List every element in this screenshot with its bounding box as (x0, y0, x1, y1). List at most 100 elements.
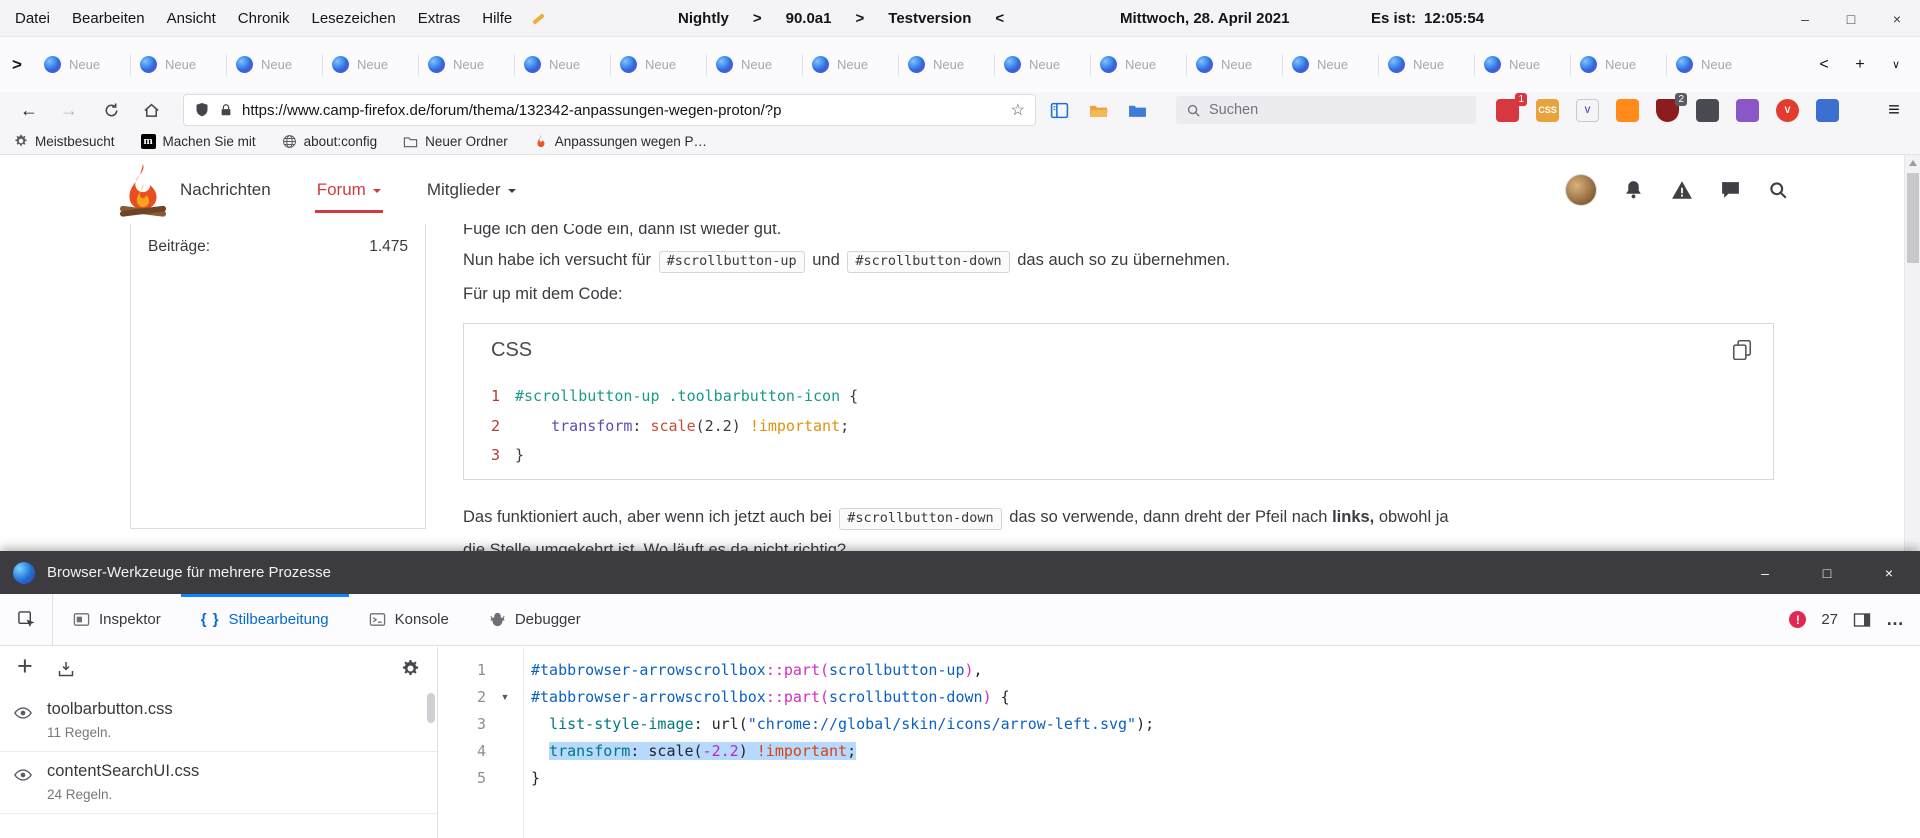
copy-code-button[interactable] (1731, 338, 1753, 365)
menu-item-datei[interactable]: Datei (4, 0, 61, 36)
devtools-maximize-button[interactable]: □ (1796, 551, 1858, 594)
tab[interactable]: Neue (130, 44, 226, 86)
home-button[interactable] (134, 92, 168, 128)
warning-icon[interactable] (1671, 179, 1693, 201)
new-stylesheet-button[interactable]: + (17, 651, 33, 682)
stylesheet-item[interactable]: contentSearchUI.css24 Regeln. (0, 752, 437, 814)
tab[interactable]: Neue (34, 44, 130, 86)
extension-ublock[interactable]: 2 (1656, 99, 1679, 122)
editor-line[interactable]: 4 transform: scale(-2.2) !important; (438, 738, 1920, 765)
new-tab-button[interactable]: + (1844, 49, 1876, 81)
extension-blue[interactable] (1816, 99, 1839, 122)
error-badge-icon[interactable]: ! (1789, 611, 1806, 628)
bookmark-item[interactable]: Meistbesucht (14, 134, 115, 149)
node-picker-button[interactable] (0, 594, 53, 645)
site-nav-mitglieder[interactable]: Mitglieder (427, 180, 516, 200)
tab[interactable]: Neue (322, 44, 418, 86)
menu-item-ansicht[interactable]: Ansicht (156, 0, 227, 36)
editor-line[interactable]: 3 list-style-image: url("chrome://global… (438, 711, 1920, 738)
folder-blue-icon[interactable] (1128, 101, 1147, 120)
devtools-tab-stilbearbeitung[interactable]: { }Stilbearbeitung (181, 594, 349, 645)
bookmark-item[interactable]: Anpassungen wegen P… (534, 134, 707, 149)
url-text[interactable]: https://www.camp-firefox.de/forum/thema/… (242, 102, 1002, 119)
site-search-icon[interactable] (1768, 180, 1788, 200)
tab[interactable]: Neue (226, 44, 322, 86)
tab[interactable]: Neue (1570, 44, 1666, 86)
reload-button[interactable] (94, 92, 128, 128)
eye-icon[interactable] (14, 704, 32, 740)
bookmark-star-icon[interactable]: ☆ (1011, 100, 1025, 120)
extension-stylus[interactable] (1616, 99, 1639, 122)
stylesheet-item[interactable]: toolbarbutton.css11 Regeln. (0, 690, 437, 752)
extension-dark[interactable] (1696, 99, 1719, 122)
devtools-tab-inspektor[interactable]: Inspektor (53, 594, 181, 645)
url-bar[interactable]: https://www.camp-firefox.de/forum/thema/… (184, 95, 1035, 125)
devtools-tab-konsole[interactable]: Konsole (349, 594, 469, 645)
menu-item-lesezeichen[interactable]: Lesezeichen (300, 0, 406, 36)
app-menu-button[interactable]: ≡ (1876, 92, 1912, 128)
bell-icon[interactable] (1623, 179, 1644, 200)
error-count[interactable]: 27 (1821, 611, 1838, 628)
bookmark-item[interactable]: about:config (282, 134, 378, 149)
scroll-tabs-left-button[interactable]: > (0, 55, 34, 75)
tab[interactable]: Neue (418, 44, 514, 86)
tab[interactable]: Neue (706, 44, 802, 86)
site-nav-nachrichten[interactable]: Nachrichten (180, 180, 271, 200)
avatar[interactable] (1566, 175, 1596, 205)
import-stylesheet-button[interactable] (57, 660, 75, 678)
devtools-tab-debugger[interactable]: Debugger (469, 594, 601, 645)
fold-marker-icon[interactable]: ▼ (486, 684, 524, 711)
extension-v-doc[interactable]: V (1576, 99, 1599, 122)
tab[interactable]: Neue (1282, 44, 1378, 86)
devtools-minimize-button[interactable]: – (1734, 551, 1796, 594)
editor-line[interactable]: 1#tabbrowser-arrowscrollbox::part(scroll… (438, 657, 1920, 684)
tab[interactable]: Neue (1090, 44, 1186, 86)
extension-violet[interactable] (1736, 99, 1759, 122)
shield-icon[interactable] (194, 102, 210, 118)
options-button[interactable] (401, 659, 420, 678)
list-all-tabs-button[interactable]: ∨ (1880, 49, 1912, 81)
forward-button[interactable]: → (52, 92, 86, 128)
tab[interactable]: Neue (802, 44, 898, 86)
sidebar-scrollbar-thumb[interactable] (427, 693, 435, 723)
menu-item-hilfe[interactable]: Hilfe (471, 0, 523, 36)
folder-orange-icon[interactable] (1089, 101, 1108, 120)
tab[interactable]: Neue (1474, 44, 1570, 86)
chat-icon[interactable] (1720, 179, 1741, 200)
lock-icon[interactable] (219, 103, 233, 117)
extension-vivaldi[interactable]: V (1776, 99, 1799, 122)
menu-item-chronik[interactable]: Chronik (227, 0, 301, 36)
minimize-button[interactable]: – (1782, 0, 1828, 37)
menu-item-bearbeiten[interactable]: Bearbeiten (61, 0, 156, 36)
close-button[interactable]: × (1874, 0, 1920, 37)
tab[interactable]: Neue (610, 44, 706, 86)
sidebar-panel-icon[interactable] (1050, 101, 1069, 120)
extension-css[interactable]: CSS (1536, 99, 1559, 122)
back-button[interactable]: ← (12, 92, 46, 128)
tab[interactable]: Neue (1666, 44, 1762, 86)
meatball-menu-button[interactable]: … (1886, 609, 1904, 630)
camp-firefox-logo[interactable] (114, 160, 172, 220)
maximize-button[interactable]: □ (1828, 0, 1874, 37)
devtools-close-button[interactable]: × (1858, 551, 1920, 594)
bookmark-item[interactable]: Neuer Ordner (403, 134, 508, 149)
site-nav-forum[interactable]: Forum (317, 180, 381, 200)
scrollbar-thumb[interactable] (1907, 173, 1919, 263)
bookmark-item[interactable]: mMachen Sie mit (141, 134, 256, 149)
tab[interactable]: Neue (1378, 44, 1474, 86)
eye-icon[interactable] (14, 766, 32, 802)
extension-red[interactable]: 1 (1496, 99, 1519, 122)
tab[interactable]: Neue (514, 44, 610, 86)
scroll-tabs-right-button[interactable]: < (1808, 49, 1840, 81)
tab[interactable]: Neue (994, 44, 1090, 86)
scrollbar-up-arrow-icon[interactable] (1909, 160, 1917, 166)
menu-item-extras[interactable]: Extras (407, 0, 472, 36)
tab[interactable]: Neue (898, 44, 994, 86)
editor-line[interactable]: 5} (438, 765, 1920, 792)
tab[interactable]: Neue (1186, 44, 1282, 86)
search-bar[interactable]: Suchen (1176, 96, 1476, 124)
console-icon (369, 611, 386, 628)
split-console-icon[interactable] (1853, 611, 1871, 629)
editor-line[interactable]: 2▼#tabbrowser-arrowscrollbox::part(scrol… (438, 684, 1920, 711)
css-source-editor[interactable]: 1#tabbrowser-arrowscrollbox::part(scroll… (438, 647, 1920, 838)
